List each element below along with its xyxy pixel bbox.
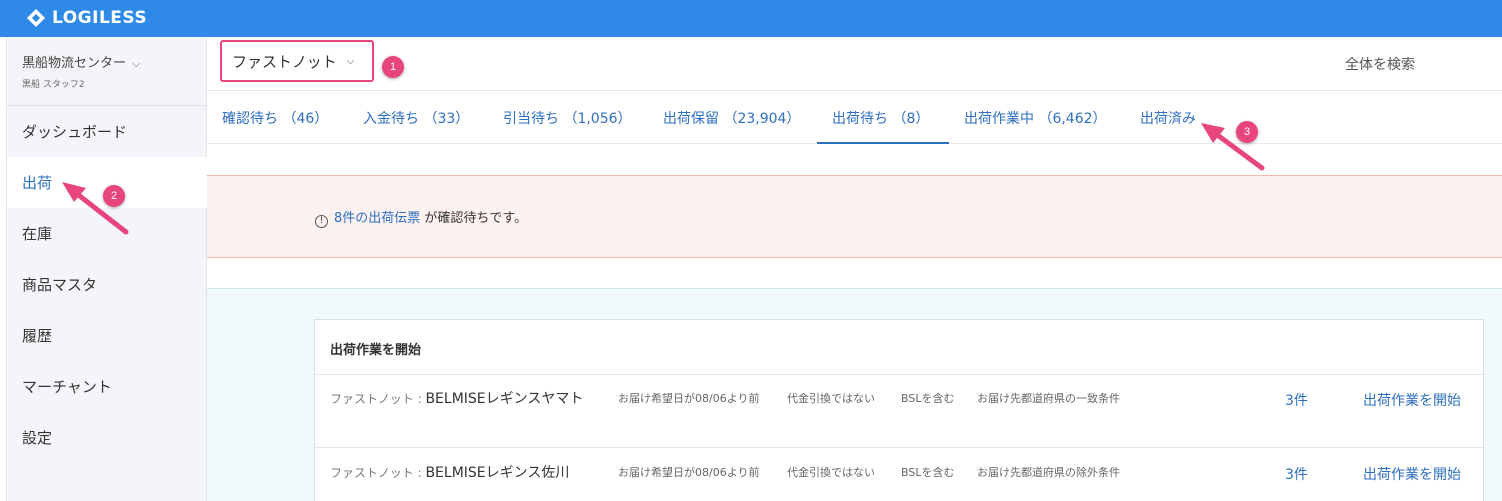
sidebar-item-label: 在庫 <box>22 225 53 243</box>
batch-name: ファストノット : BELMISEレギンスヤマト <box>330 389 585 410</box>
header-divider <box>207 90 1502 91</box>
sidebar-item-product-master[interactable]: 商品マスタ <box>7 259 207 310</box>
condition-tag: BSLを含む <box>901 466 955 479</box>
batch-count[interactable]: 3件 <box>1285 390 1308 410</box>
tab-awaiting-shipment[interactable]: 出荷待ち （8） <box>832 108 929 128</box>
alert-link[interactable]: 8件の出荷伝票 <box>334 211 420 226</box>
alert-message: ! 8件の出荷伝票 が確認待ちです。 <box>315 207 527 228</box>
card-title: 出荷作業を開始 <box>330 343 422 358</box>
brand-name: LOGILESS <box>52 8 148 28</box>
store-selector[interactable]: ファストノット ⌵ <box>220 40 374 82</box>
tab-awaiting-allocation[interactable]: 引当待ち （1,056） <box>503 108 632 128</box>
left-edge <box>0 37 7 501</box>
start-shipping-button[interactable]: 出荷作業を開始 <box>1363 390 1461 410</box>
sidebar-item-label: 履歴 <box>22 327 53 345</box>
table-row: ファストノット : BELMISEレギンス佐川 お届け希望日が08/06より前 … <box>315 448 1483 501</box>
sidebar-item-label: 出荷 <box>22 174 53 192</box>
condition-tag: お届け希望日が08/06より前 <box>618 466 760 479</box>
search-all-link[interactable]: 全体を検索 <box>1345 54 1415 74</box>
sidebar-item-merchant[interactable]: マーチャント <box>7 361 207 412</box>
chevron-down-icon: ⌵ <box>346 55 355 67</box>
condition-tag: BSLを含む <box>901 392 955 405</box>
sidebar: 黒船物流センター ⌵ 黒船 スタッフ2 ダッシュボード 出荷 在庫 商品マスタ 履… <box>7 37 207 501</box>
chevron-down-icon: ⌵ <box>132 57 141 70</box>
annotation-badge-1: 1 <box>382 56 404 78</box>
batch-prefix: ファストノット : <box>330 392 426 406</box>
sidebar-item-label: 商品マスタ <box>22 276 98 294</box>
start-shipping-card: 出荷作業を開始 ファストノット : BELMISEレギンスヤマト お届け希望日が… <box>314 319 1484 501</box>
tab-shipped[interactable]: 出荷済み <box>1140 108 1196 128</box>
tab-shipping-in-progress[interactable]: 出荷作業中 （6,462） <box>964 108 1107 128</box>
table-row: ファストノット : BELMISEレギンスヤマト お届け希望日が08/06より前… <box>315 374 1483 447</box>
condition-tag: お届け先都道府県の一致条件 <box>977 392 1120 405</box>
sidebar-item-inventory[interactable]: 在庫 <box>7 208 207 259</box>
info-icon: ! <box>315 215 328 228</box>
active-tab-indicator <box>817 142 949 144</box>
tab-awaiting-confirmation[interactable]: 確認待ち （46） <box>222 108 328 128</box>
org-selector[interactable]: 黒船物流センター ⌵ <box>22 52 140 71</box>
sidebar-item-settings[interactable]: 設定 <box>7 412 207 463</box>
annotation-badge-3: 3 <box>1236 121 1258 143</box>
store-name: ファストノット <box>232 52 337 71</box>
batch-prefix: ファストノット : <box>330 466 426 480</box>
batch-title: BELMISEレギンス佐川 <box>425 465 570 481</box>
alert-banner: ! 8件の出荷伝票 が確認待ちです。 <box>207 175 1502 258</box>
condition-tag: お届け希望日が08/06より前 <box>618 392 760 405</box>
start-shipping-button[interactable]: 出荷作業を開始 <box>1363 464 1461 484</box>
annotation-badge-2: 2 <box>103 185 125 207</box>
sidebar-item-dashboard[interactable]: ダッシュボード <box>7 106 207 157</box>
tab-awaiting-payment[interactable]: 入金待ち （33） <box>363 108 469 128</box>
batch-count[interactable]: 3件 <box>1285 464 1308 484</box>
batch-name: ファストノット : BELMISEレギンス佐川 <box>330 463 585 484</box>
batch-title: BELMISEレギンスヤマト <box>425 391 584 407</box>
sidebar-item-label: ダッシュボード <box>22 123 128 141</box>
top-bar: LOGILESS <box>0 0 1502 37</box>
sidebar-item-label: 設定 <box>22 429 53 447</box>
tab-shipping-on-hold[interactable]: 出荷保留 （23,904） <box>663 108 800 128</box>
org-name: 黒船物流センター <box>22 56 127 71</box>
staff-name: 黒船 スタッフ2 <box>22 80 85 90</box>
alert-suffix: が確認待ちです。 <box>420 211 528 226</box>
logo[interactable]: LOGILESS <box>26 4 147 32</box>
condition-tag: 代金引換ではない <box>787 466 875 479</box>
condition-tag: 代金引換ではない <box>787 392 875 405</box>
sidebar-item-history[interactable]: 履歴 <box>7 310 207 361</box>
condition-tag: お届け先都道府県の除外条件 <box>977 466 1120 479</box>
sidebar-item-label: マーチャント <box>22 378 112 396</box>
logo-icon <box>27 9 45 27</box>
